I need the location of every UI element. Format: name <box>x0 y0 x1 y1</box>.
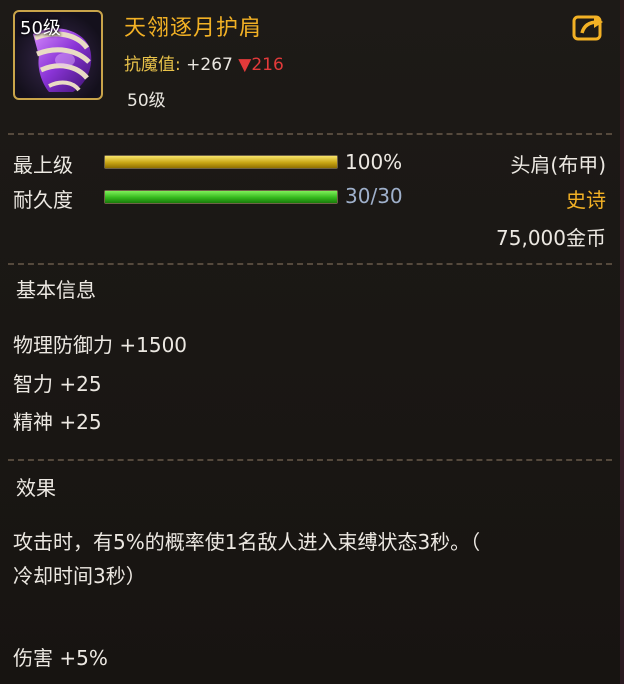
magic-resistance-line: 抗魔值: +267 ▼216 <box>124 50 284 75</box>
item-name: 天翎逐月护肩 <box>124 16 263 41</box>
attribute-physical-defense: 物理防御力 +1500 <box>13 333 188 357</box>
panel-edge <box>620 0 624 684</box>
share-export-icon <box>572 15 603 41</box>
durability-label: 耐久度 <box>13 188 73 212</box>
attribute-intelligence: 智力 +25 <box>13 372 102 396</box>
divider-effect <box>8 459 612 461</box>
stat-compare-arrow: ▼ <box>238 55 252 75</box>
basic-info-title: 基本信息 <box>16 278 96 302</box>
durability-bar-fill <box>105 191 337 203</box>
refine-bar-fill <box>105 156 337 168</box>
refine-bar <box>104 155 338 169</box>
sell-price: 75,000金币 <box>496 226 606 250</box>
effect-description-line2: 冷却时间3秒） <box>13 564 146 588</box>
item-tooltip-panel: 50级 天翎逐月护肩 抗魔值: +267 ▼216 50级 最上级 100% 耐… <box>0 0 624 684</box>
durability-bar <box>104 190 338 204</box>
level-badge: 50级 <box>20 18 61 39</box>
divider-top <box>8 133 612 135</box>
stat-bonus: +267 <box>186 55 233 75</box>
attribute-spirit: 精神 +25 <box>13 410 102 434</box>
effect-damage-bonus: 伤害 +5% <box>13 646 108 670</box>
stat-label: 抗魔值: <box>124 55 181 75</box>
share-button[interactable] <box>572 13 606 41</box>
effect-description-line1: 攻击时，有5%的概率使1名敌人进入束缚状态3秒。（ <box>13 530 481 554</box>
effect-title: 效果 <box>16 476 56 500</box>
refine-value: 100% <box>345 150 403 174</box>
durability-value: 30/30 <box>345 184 403 208</box>
equipment-slot: 头肩(布甲) <box>510 153 606 177</box>
item-icon-frame: 50级 <box>13 10 103 100</box>
refine-label: 最上级 <box>13 153 73 177</box>
divider-basic <box>8 263 612 265</box>
item-level: 50级 <box>127 91 166 111</box>
stat-compare-value: 216 <box>251 55 284 75</box>
rarity-label: 史诗 <box>566 188 606 212</box>
